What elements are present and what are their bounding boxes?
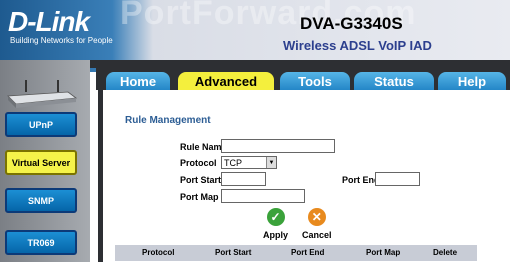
top-divider xyxy=(90,60,510,68)
column-header: Port End xyxy=(291,248,325,257)
port-end-input[interactable] xyxy=(375,172,420,186)
rule-name-label: Rule Name xyxy=(180,142,227,152)
check-icon: ✓ xyxy=(266,208,285,226)
sidebar-item-tr069[interactable]: TR069 xyxy=(5,230,77,255)
sidebar-item-virtual-server[interactable]: Virtual Server xyxy=(5,150,77,175)
sidebar-item-upnp[interactable]: UPnP xyxy=(5,112,77,137)
tab-status[interactable]: Status xyxy=(354,72,434,90)
model-subtitle: Wireless ADSL VoIP IAD xyxy=(283,38,432,53)
rule-name-input[interactable] xyxy=(221,139,335,153)
model-name: DVA-G3340S xyxy=(300,14,403,33)
column-header: Port Start xyxy=(215,248,252,257)
port-start-label: Port Start xyxy=(180,175,222,185)
tab-home[interactable]: Home xyxy=(106,72,170,90)
brand-tagline: Building Networks for People xyxy=(10,36,113,45)
tab-advanced[interactable]: Advanced xyxy=(178,72,274,90)
column-header: Delete xyxy=(433,248,458,257)
tab-bar: Home Advanced Tools Status Help xyxy=(96,68,510,90)
column-header: Port Map xyxy=(366,248,401,257)
sidebar-item-snmp[interactable]: SNMP xyxy=(5,188,77,213)
brand-logo: D-Link xyxy=(8,6,90,37)
port-end-label: Port End xyxy=(342,175,380,185)
cancel-x-icon: ✕ xyxy=(307,208,326,226)
tab-help[interactable]: Help xyxy=(438,72,506,90)
protocol-label: Protocol xyxy=(180,158,217,168)
protocol-select[interactable]: TCP ▼ xyxy=(221,156,277,169)
port-map-label: Port Map xyxy=(180,192,219,202)
port-start-input[interactable] xyxy=(221,172,266,186)
router-image-icon xyxy=(7,80,78,108)
port-map-input[interactable] xyxy=(221,189,305,203)
cancel-button[interactable]: ✕ Cancel xyxy=(302,208,332,240)
content-panel: Rule Management Rule Name Protocol TCP ▼… xyxy=(98,90,510,262)
column-header: Protocol xyxy=(142,248,175,257)
apply-button[interactable]: ✓ Apply xyxy=(263,208,288,240)
chevron-down-icon: ▼ xyxy=(266,157,276,168)
section-title: Rule Management xyxy=(125,115,211,126)
tab-tools[interactable]: Tools xyxy=(280,72,350,90)
sidebar: UPnP Virtual Server SNMP TR069 xyxy=(0,60,90,262)
rules-table-header: Protocol Port Start Port End Port Map De… xyxy=(115,245,477,261)
